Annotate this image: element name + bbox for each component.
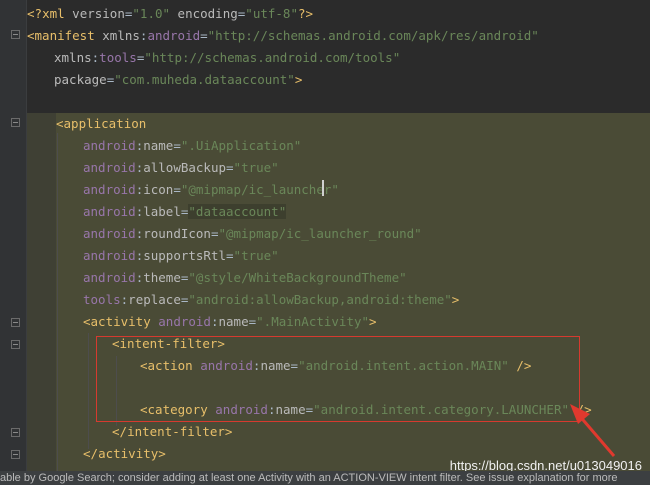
code-line-app-attr[interactable]: android:roundIcon="@mipmap/ic_launcher_r… (27, 223, 422, 245)
fold-intent-filter-icon[interactable] (11, 340, 20, 349)
code-line-app-attr[interactable]: android:label="dataaccount" (27, 201, 287, 223)
code-line-app-attr[interactable]: android:name=".UiApplication" (27, 135, 301, 157)
text-caret (322, 180, 324, 196)
code-line-app-attr[interactable]: android:theme="@style/WhiteBackgroundThe… (27, 267, 407, 289)
code-line-app-attr[interactable]: android:icon="@mipmap/ic_launcher" (27, 179, 339, 201)
code-line-application[interactable]: <application (27, 113, 146, 135)
code-line-app-attr[interactable]: tools:replace="android:allowBackup,andro… (27, 289, 459, 311)
code-line-intent-filter-close[interactable]: </intent-filter> (27, 421, 232, 443)
fold-activity-icon[interactable] (11, 318, 20, 327)
fold-application-icon[interactable] (11, 118, 20, 127)
editor-gutter (0, 0, 26, 485)
code-line-xml-decl[interactable]: <?xml version="1.0" encoding="utf-8"?> (27, 3, 313, 25)
status-bar: able by Google Search; consider adding a… (0, 471, 650, 485)
code-line-package[interactable]: package="com.muheda.dataaccount"> (27, 69, 302, 91)
fold-manifest-icon[interactable] (11, 30, 20, 39)
code-line-app-attr[interactable]: android:allowBackup="true" (27, 157, 279, 179)
code-line-activity-close[interactable]: </activity> (27, 443, 166, 465)
code-line-activity[interactable]: <activity android:name=".MainActivity"> (27, 311, 377, 333)
fold-end-activity-icon[interactable] (11, 450, 20, 459)
fold-end-intent-filter-icon[interactable] (11, 428, 20, 437)
code-line-xmlns-tools[interactable]: xmlns:tools="http://schemas.android.com/… (27, 47, 400, 69)
code-line-app-attr[interactable]: android:supportsRtl="true" (27, 245, 279, 267)
intent-filter-highlight-box (96, 336, 580, 422)
code-line-manifest[interactable]: <manifest xmlns:android="http://schemas.… (27, 25, 539, 47)
